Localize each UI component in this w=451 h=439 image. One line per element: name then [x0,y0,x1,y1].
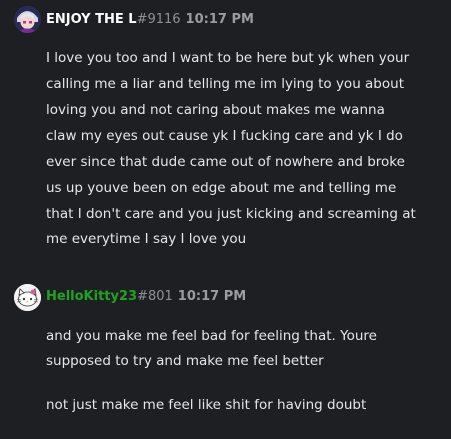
user-avatar[interactable] [14,284,41,311]
anime-character-avatar-icon [14,6,41,33]
message-text-line: and you make me feel bad for feeling tha… [46,328,377,344]
message-text-line: I love you too and I want to be here but… [46,50,410,66]
message-text-line: claw my eyes out cause yk I fucking care… [46,128,403,144]
message-text-line: not just make me feel like shit for havi… [46,397,367,413]
user-avatar[interactable] [14,6,41,33]
message-text-line: me everytime I say I love you [46,231,247,247]
author-name[interactable]: ENJOY THE L [46,12,137,27]
hello-kitty-avatar-icon [14,284,41,311]
message-text-line: ever since that dude came out of nowhere… [46,154,405,170]
message-text-line: calling me a liar and telling me im lyin… [46,76,404,92]
message-text-line: loving you and not caring about makes me… [46,102,385,118]
message-header: HelloKitty23#801 10:17 PM [46,288,246,306]
message-text-line: that I don't care and you just kicking a… [46,206,416,222]
timestamp: 10:17 PM [185,12,254,27]
message-text-line: us up youve been on edge about me and te… [46,180,397,196]
message-header: ENJOY THE L#9116 10:17 PM [46,11,254,29]
timestamp: 10:17 PM [177,289,247,304]
message-text-line: supposed to try and make me feel better [46,353,324,369]
author-name[interactable]: HelloKitty23 [46,289,137,304]
chat-view: { "messages": [ { "author": "ENJOY THE L… [0,0,451,439]
author-tag: #9116 [136,12,181,27]
author-tag: #801 [137,289,173,304]
